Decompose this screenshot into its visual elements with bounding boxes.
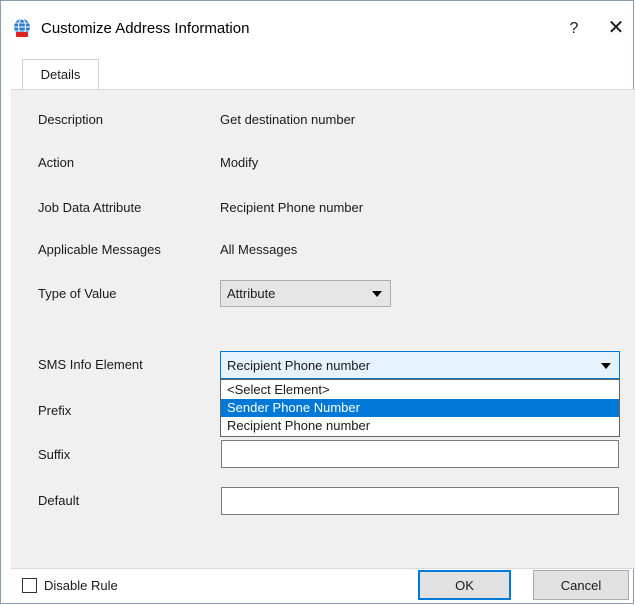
default-label: Default [38, 493, 80, 508]
sms-info-element-selected: Recipient Phone number [227, 358, 371, 373]
close-button[interactable]: ✕ [603, 15, 629, 41]
window-title: Customize Address Information [41, 20, 250, 37]
type-of-value-label: Type of Value [38, 286, 117, 301]
description-label: Description [38, 112, 104, 127]
disable-rule-label[interactable]: Disable Rule [44, 578, 118, 593]
type-of-value-select[interactable]: Attribute [220, 280, 391, 307]
dropdown-option-highlighted[interactable]: Sender Phone Number [221, 399, 619, 417]
dropdown-option[interactable]: <Select Element> [221, 381, 619, 399]
applicable-messages-value: All Messages [220, 242, 298, 257]
title-bar: Customize Address Information ? ✕ [1, 1, 633, 58]
default-input[interactable] [221, 487, 619, 515]
applicable-messages-label: Applicable Messages [38, 242, 161, 257]
sms-info-element-select[interactable]: Recipient Phone number [220, 351, 620, 379]
prefix-label: Prefix [38, 403, 72, 418]
chevron-down-icon [601, 363, 611, 369]
action-value: Modify [220, 155, 259, 170]
suffix-input[interactable] [221, 440, 619, 468]
action-label: Action [38, 155, 75, 170]
dropdown-option[interactable]: Recipient Phone number [221, 417, 619, 435]
type-of-value-selected: Attribute [227, 286, 276, 301]
cancel-button[interactable]: Cancel [533, 570, 629, 600]
job-data-attribute-value: Recipient Phone number [220, 200, 364, 215]
tab-details[interactable]: Details [22, 59, 99, 90]
sms-info-element-label: SMS Info Element [38, 357, 143, 372]
suffix-label: Suffix [38, 447, 71, 462]
sms-info-element-dropdown: <Select Element> Sender Phone Number Rec… [220, 379, 620, 437]
help-button[interactable]: ? [562, 17, 586, 41]
globe-app-icon [12, 18, 32, 38]
description-value: Get destination number [220, 112, 356, 127]
customize-address-dialog: Customize Address Information ? ✕ Detail… [0, 0, 635, 604]
chevron-down-icon [372, 291, 382, 297]
disable-rule-checkbox[interactable] [22, 578, 37, 593]
ok-button[interactable]: OK [418, 570, 511, 600]
job-data-attribute-label: Job Data Attribute [38, 200, 142, 215]
